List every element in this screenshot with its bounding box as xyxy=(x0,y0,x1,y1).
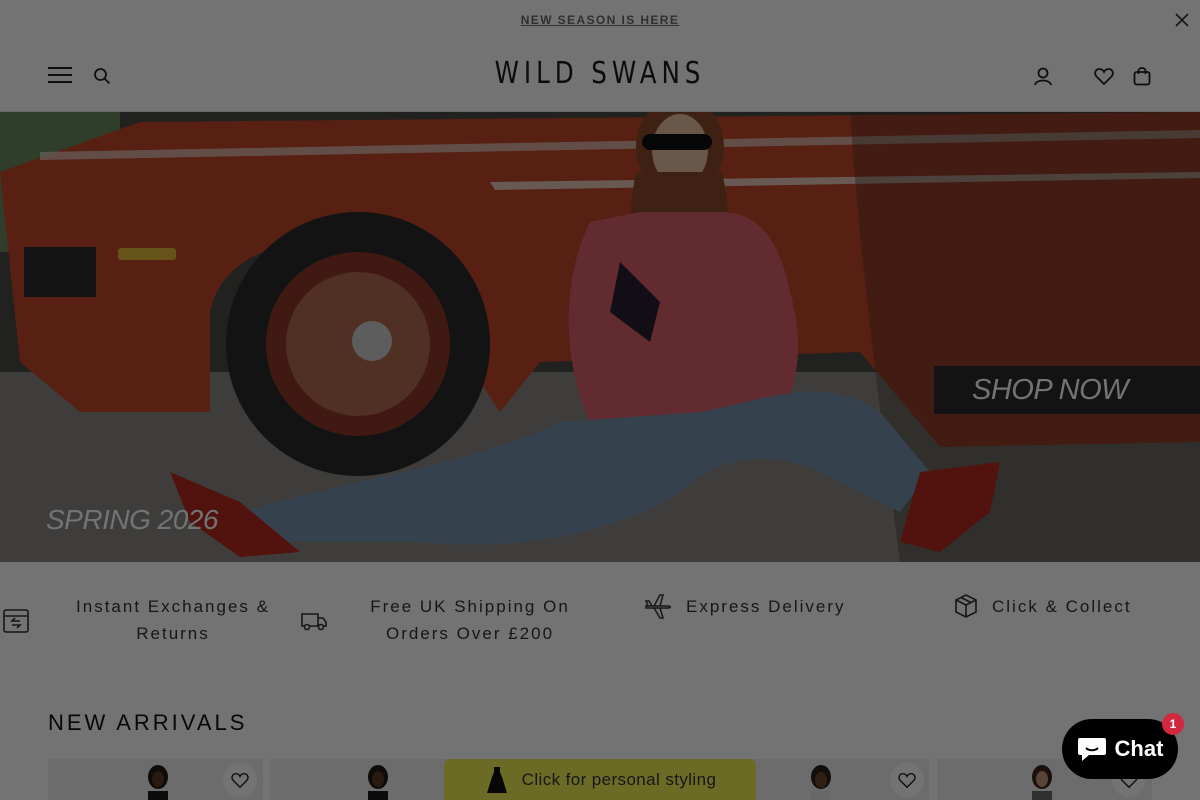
product-image xyxy=(148,765,168,800)
chat-badge: 1 xyxy=(1162,713,1184,735)
season-label: SPRING 2026 xyxy=(46,504,218,535)
heart-icon xyxy=(231,772,249,789)
chat-button[interactable]: Chat 1 xyxy=(1062,713,1184,779)
close-icon[interactable] xyxy=(1174,12,1190,28)
shop-now-button[interactable]: SHOP NOW xyxy=(934,366,1200,414)
announcement-bar: NEW SEASON IS HERE xyxy=(0,0,1200,40)
announcement-link[interactable]: NEW SEASON IS HERE xyxy=(521,13,680,27)
personal-styling-button[interactable]: Click for personal styling xyxy=(444,759,756,800)
wishlist-icon[interactable] xyxy=(1094,66,1114,86)
product-image xyxy=(811,765,831,800)
chat-label: Chat xyxy=(1114,736,1164,761)
wishlist-button[interactable] xyxy=(223,763,257,797)
dress-icon xyxy=(486,767,507,793)
heart-icon xyxy=(898,772,916,789)
product-image xyxy=(1032,765,1052,800)
search-icon[interactable] xyxy=(93,67,111,85)
usp-free-shipping: Free UK Shipping On Orders Over £200 xyxy=(370,597,570,643)
hero-banner[interactable]: SHOP NOW SPRING 2026 xyxy=(0,112,1200,562)
van-icon xyxy=(301,613,327,631)
usp-strip: Instant Exchanges & Returns Free UK Ship… xyxy=(0,562,1200,672)
product-card[interactable] xyxy=(48,759,263,800)
exchange-icon xyxy=(3,609,29,633)
product-image xyxy=(368,765,388,800)
site-header: WILD SWANS xyxy=(0,40,1200,112)
bag-icon[interactable] xyxy=(1133,66,1151,86)
hero-image xyxy=(0,112,1200,562)
usp-click-collect: Click & Collect xyxy=(992,597,1132,616)
site-logo[interactable]: WILD SWANS xyxy=(108,56,1092,91)
section-title: NEW ARRIVALS xyxy=(48,710,248,735)
personal-styling-label: Click for personal styling xyxy=(521,770,717,789)
chat-bubble-icon xyxy=(1077,738,1106,761)
usp-express-delivery: Express Delivery xyxy=(686,597,846,616)
usp-exchanges: Instant Exchanges & Returns xyxy=(76,597,270,643)
wishlist-button[interactable] xyxy=(890,763,924,797)
menu-icon[interactable] xyxy=(48,67,72,85)
account-icon[interactable] xyxy=(1033,66,1053,86)
plane-icon xyxy=(644,594,671,619)
box-icon xyxy=(955,594,977,618)
